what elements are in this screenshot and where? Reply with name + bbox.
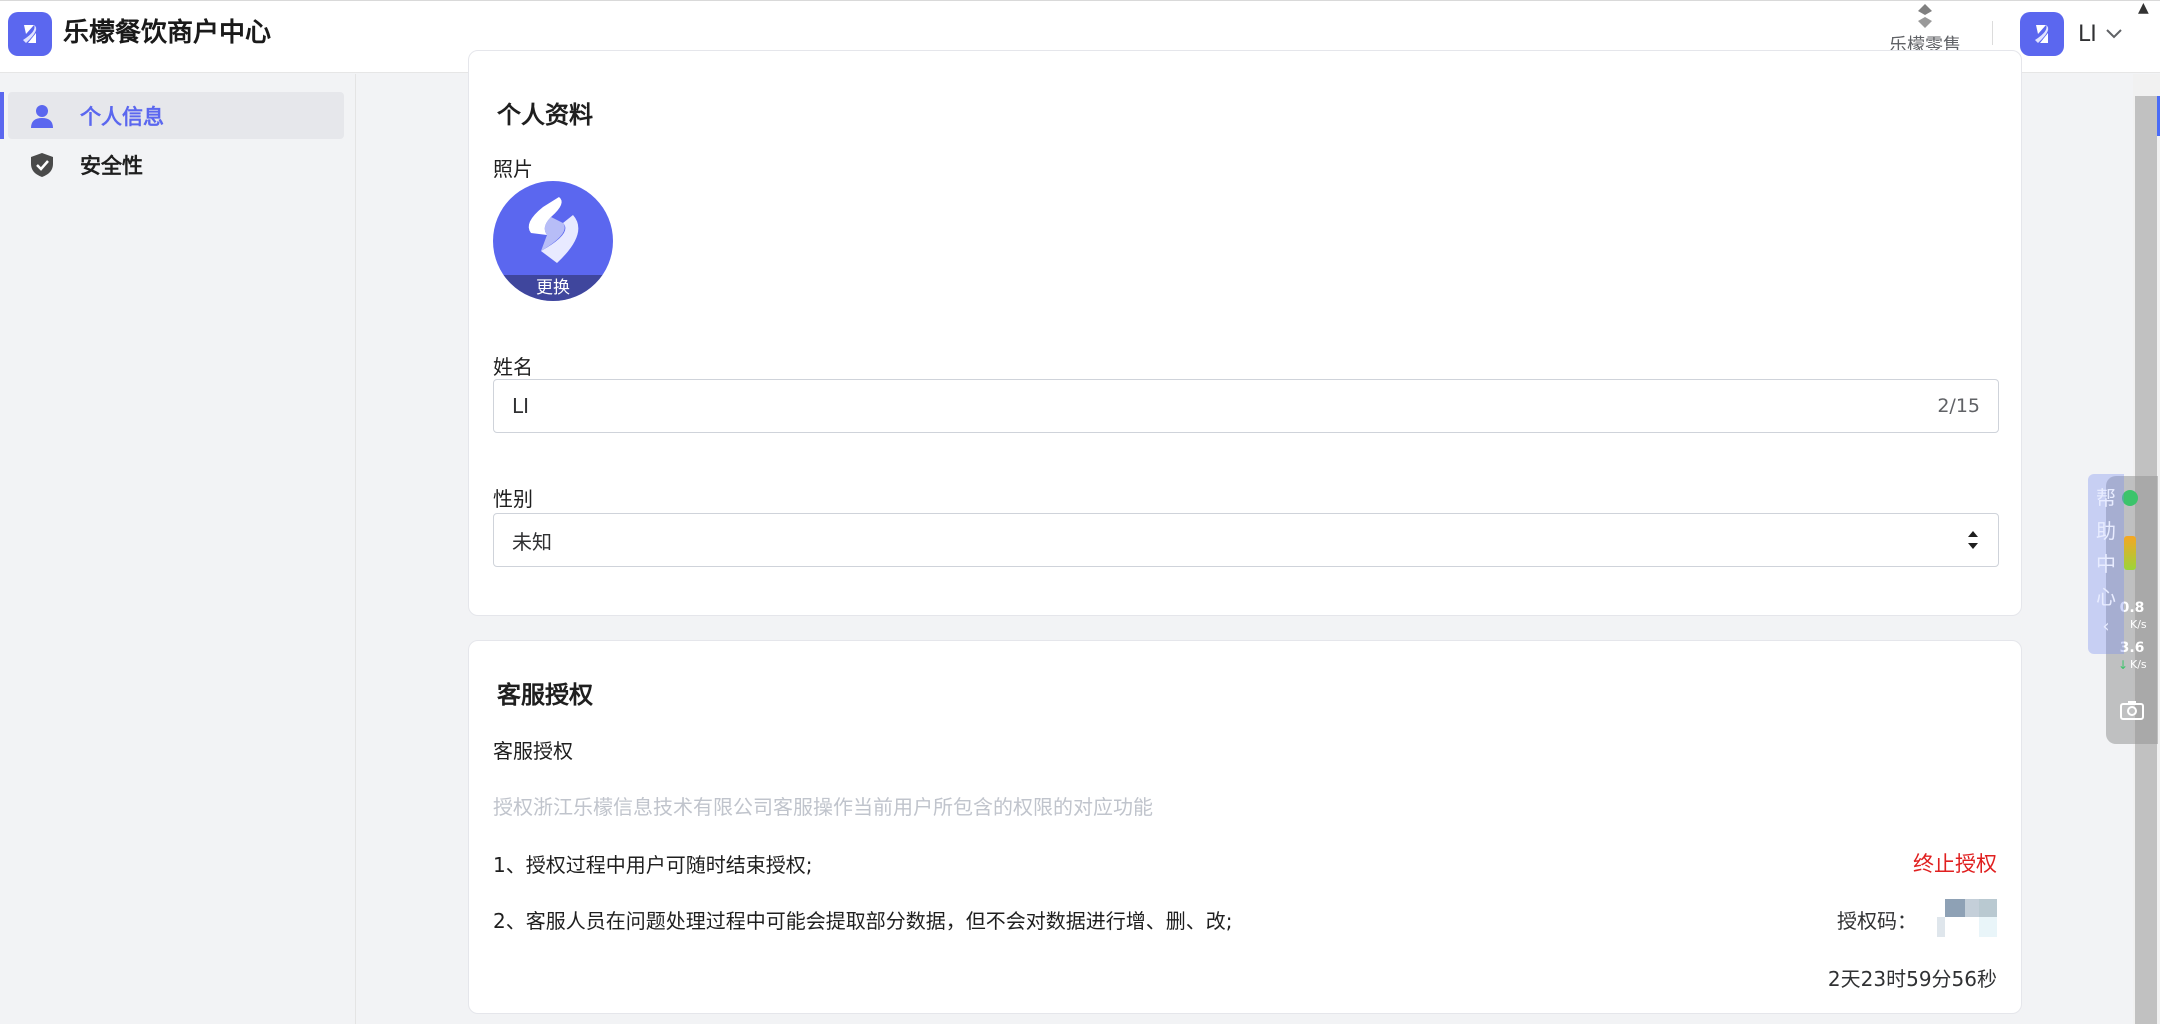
profile-photo-button[interactable]: 更换 xyxy=(493,181,613,301)
help-char: 帮 xyxy=(2096,486,2116,510)
status-dot-icon xyxy=(2122,490,2138,506)
sidebar-item-security[interactable]: 安全性 xyxy=(8,141,344,188)
select-arrows-icon xyxy=(1966,529,1980,551)
terminate-auth-button[interactable]: 终止授权 xyxy=(1913,848,1997,878)
auth-code-masked xyxy=(1937,899,1997,937)
support-description: 授权浙江乐檬信息技术有限公司客服操作当前用户所包含的权限的对应功能 xyxy=(493,795,1153,819)
sidebar-item-label: 个人信息 xyxy=(80,104,164,129)
support-rule-1: 1、授权过程中用户可随时结束授权; xyxy=(493,853,813,877)
download-rate-unit: K/s xyxy=(2130,658,2147,671)
download-arrow-icon: ↓ xyxy=(2118,658,2129,672)
camera-icon[interactable] xyxy=(2120,700,2144,720)
usage-meter-icon xyxy=(2124,536,2136,570)
name-input-value: LI xyxy=(512,394,530,418)
user-name: LI xyxy=(2078,21,2097,47)
help-char: 中 xyxy=(2096,552,2116,576)
user-menu[interactable]: LI xyxy=(2020,10,2123,58)
support-card-title: 客服授权 xyxy=(497,681,593,709)
support-rule-2: 2、客服人员在问题处理过程中可能会提取部分数据，但不会对数据进行增、删、改; xyxy=(493,909,1233,933)
collapse-chevron-icon[interactable]: ‹ xyxy=(2102,614,2109,640)
profile-card-title: 个人资料 xyxy=(497,101,593,129)
user-avatar xyxy=(2020,12,2064,56)
chevron-down-icon xyxy=(2106,29,2122,39)
help-char: 助 xyxy=(2096,519,2116,543)
auth-code-label: 授权码： xyxy=(1837,909,1917,933)
auth-countdown: 2天23时59分56秒 xyxy=(1827,967,1997,991)
retail-logo-icon xyxy=(1918,4,1932,28)
brand-logo-icon xyxy=(528,197,579,263)
name-char-counter: 2/15 xyxy=(1937,395,1980,417)
shield-check-icon xyxy=(28,151,56,179)
name-input[interactable]: LI 2/15 xyxy=(493,379,1999,433)
support-auth-card: 客服授权 客服授权 授权浙江乐檬信息技术有限公司客服操作当前用户所包含的权限的对… xyxy=(468,640,2022,1014)
help-center-tab[interactable]: 帮 助 中 心 ‹ xyxy=(2088,474,2124,654)
help-char: 心 xyxy=(2096,585,2116,609)
person-icon xyxy=(28,102,56,130)
gender-label: 性别 xyxy=(493,487,533,511)
profile-card: 个人资料 照片 更换 姓名 LI 2/15 性别 未知 xyxy=(468,50,2022,616)
sidebar-item-personal-info[interactable]: 个人信息 xyxy=(0,92,344,139)
sidebar-item-label: 安全性 xyxy=(80,153,143,178)
app-title: 乐檬餐饮商户中心 xyxy=(63,18,272,48)
photo-change-label: 更换 xyxy=(493,275,613,301)
sidebar: 个人信息 安全性 xyxy=(0,74,356,1024)
app-logo-icon[interactable] xyxy=(8,12,52,56)
gender-select[interactable]: 未知 xyxy=(493,513,1999,567)
support-subtitle: 客服授权 xyxy=(493,739,573,763)
name-label: 姓名 xyxy=(493,355,533,379)
scroll-up-arrow-icon[interactable]: ▲ xyxy=(2138,0,2149,16)
gender-select-value: 未知 xyxy=(512,529,552,554)
upload-rate-unit: K/s xyxy=(2130,618,2147,631)
photo-label: 照片 xyxy=(493,157,533,181)
header-divider xyxy=(1992,21,1993,45)
